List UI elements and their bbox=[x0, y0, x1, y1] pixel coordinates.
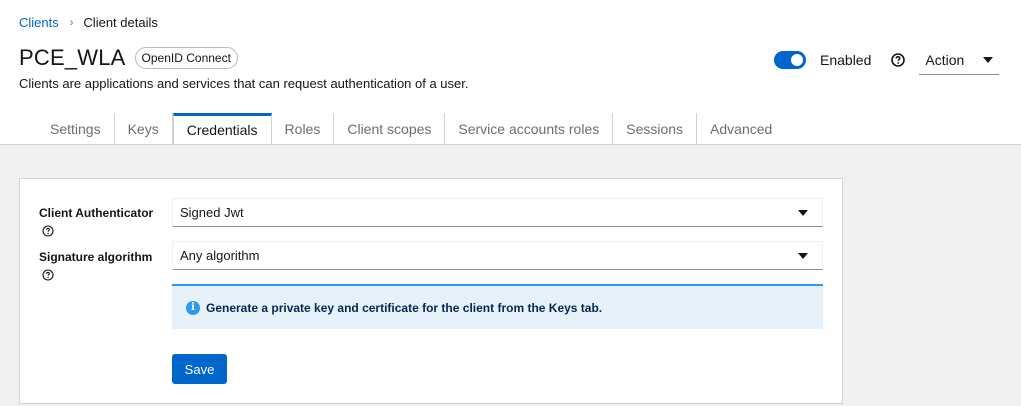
client-authenticator-select[interactable]: Signed Jwt bbox=[172, 198, 823, 227]
tab-label: Settings bbox=[50, 120, 101, 137]
signature-algorithm-label: Signature algorithm bbox=[39, 250, 153, 264]
page-header: Clients › Client details PCE_WLA OpenID … bbox=[0, 0, 1021, 145]
header-toolbar: Enabled Action bbox=[760, 44, 1006, 76]
tab-label: Roles bbox=[284, 120, 321, 137]
caret-down-icon bbox=[798, 252, 808, 259]
tab-label: Credentials bbox=[186, 122, 258, 138]
enabled-toggle[interactable] bbox=[774, 51, 806, 69]
tab-label: Client scopes bbox=[347, 120, 432, 137]
save-button[interactable]: Save bbox=[172, 354, 227, 384]
tab-service-accounts-roles[interactable]: Service accounts roles bbox=[445, 113, 614, 145]
help-icon[interactable] bbox=[42, 269, 54, 281]
client-authenticator-value: Signed Jwt bbox=[180, 205, 244, 220]
tab-credentials[interactable]: Credentials bbox=[172, 113, 272, 145]
info-icon: i bbox=[186, 300, 200, 315]
caret-down-icon bbox=[983, 56, 994, 63]
tab-advanced[interactable]: Advanced bbox=[697, 113, 786, 145]
protocol-badge: OpenID Connect bbox=[134, 47, 238, 69]
breadcrumb-current: Client details bbox=[83, 15, 158, 30]
tab-label: Advanced bbox=[710, 120, 773, 137]
action-dropdown[interactable]: Action bbox=[919, 45, 1000, 75]
caret-down-icon bbox=[798, 209, 808, 216]
tab-keys[interactable]: Keys bbox=[114, 113, 173, 145]
tab-client-scopes[interactable]: Client scopes bbox=[334, 113, 446, 145]
breadcrumb: Clients › Client details bbox=[19, 15, 158, 30]
tab-bar: Settings Keys Credentials Roles Client s… bbox=[37, 113, 786, 145]
breadcrumb-separator-icon: › bbox=[69, 16, 74, 29]
tab-sessions[interactable]: Sessions bbox=[613, 113, 698, 145]
tab-label: Service accounts roles bbox=[458, 120, 600, 137]
help-icon[interactable] bbox=[891, 53, 906, 67]
breadcrumb-clients-link[interactable]: Clients bbox=[19, 15, 59, 30]
info-alert: i Generate a private key and certificate… bbox=[172, 284, 823, 329]
tab-roles[interactable]: Roles bbox=[271, 113, 335, 145]
info-alert-text: Generate a private key and certificate f… bbox=[206, 300, 603, 315]
signature-algorithm-select[interactable]: Any algorithm bbox=[172, 241, 823, 270]
title-row: PCE_WLA OpenID Connect bbox=[19, 45, 238, 71]
tab-label: Sessions bbox=[626, 120, 684, 137]
enabled-label: Enabled bbox=[820, 52, 872, 68]
action-dropdown-label: Action bbox=[925, 51, 965, 68]
page-subtitle: Clients are applications and services th… bbox=[19, 76, 469, 91]
tab-label: Keys bbox=[127, 120, 159, 137]
page-title: PCE_WLA bbox=[19, 45, 126, 70]
help-icon[interactable] bbox=[42, 225, 54, 237]
toggle-knob bbox=[791, 54, 803, 66]
signature-algorithm-value: Any algorithm bbox=[180, 248, 260, 263]
tab-settings[interactable]: Settings bbox=[37, 113, 115, 145]
client-authenticator-label: Client Authenticator bbox=[39, 206, 154, 220]
